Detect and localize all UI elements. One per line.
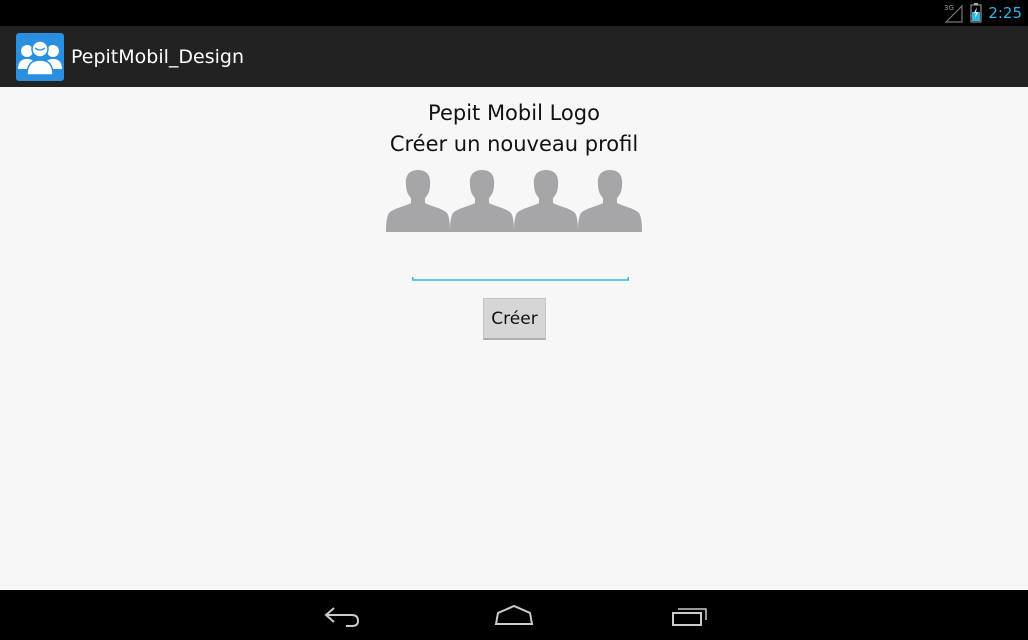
clock: 2:25 xyxy=(988,4,1022,22)
screen: 3G 2:25 PepitMobil_Design Pepit Mobil Lo… xyxy=(0,0,1028,640)
avatar-row xyxy=(386,168,644,232)
navigation-bar xyxy=(0,590,1028,640)
recent-apps-icon[interactable] xyxy=(670,602,710,628)
signal-icon: 3G xyxy=(944,4,963,23)
status-bar: 3G 2:25 xyxy=(0,0,1028,26)
main-content: Pepit Mobil Logo Créer un nouveau profil… xyxy=(0,87,1028,590)
network-label: 3G xyxy=(944,4,954,12)
battery-icon xyxy=(970,3,982,23)
action-bar: PepitMobil_Design xyxy=(0,26,1028,87)
input-underline xyxy=(412,277,629,281)
person-silhouette-icon[interactable] xyxy=(386,168,450,232)
person-silhouette-icon[interactable] xyxy=(514,168,578,232)
home-icon[interactable] xyxy=(494,602,534,628)
person-silhouette-icon[interactable] xyxy=(578,168,642,232)
page-subtitle: Créer un nouveau profil xyxy=(389,132,639,156)
app-title: PepitMobil_Design xyxy=(71,45,244,68)
person-silhouette-icon[interactable] xyxy=(450,168,514,232)
back-icon[interactable] xyxy=(322,602,362,628)
create-button[interactable]: Créer xyxy=(483,298,546,340)
people-group-icon[interactable] xyxy=(16,32,64,81)
status-icons: 3G 2:25 xyxy=(944,0,1022,26)
logo-text: Pepit Mobil Logo xyxy=(428,101,600,125)
